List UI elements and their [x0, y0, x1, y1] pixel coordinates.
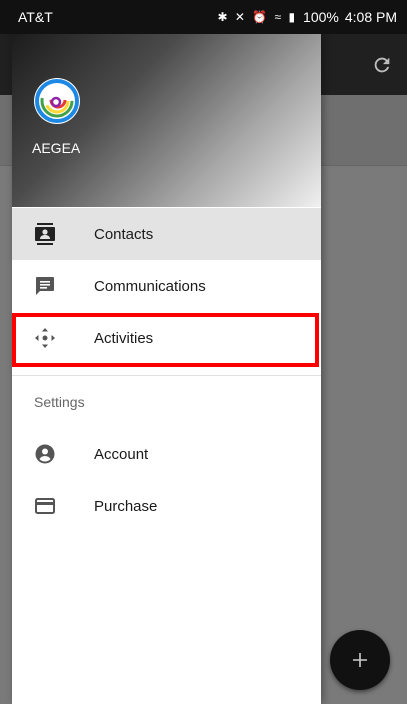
menu-item-activities[interactable]: Activities [12, 312, 321, 364]
menu-item-purchase[interactable]: Purchase [12, 480, 321, 532]
move-arrows-icon [34, 327, 56, 349]
carrier-label: AT&T [18, 9, 53, 25]
menu-item-label: Purchase [94, 497, 158, 515]
navigation-drawer: AEGEA Contacts Communications Activities… [12, 8, 321, 704]
drawer-menu: Contacts Communications Activities Setti… [12, 208, 321, 532]
settings-section-header: Settings [34, 394, 85, 410]
battery-label: 100% [303, 9, 339, 25]
menu-item-label: Account [94, 445, 149, 463]
contacts-icon [34, 223, 56, 245]
credit-card-icon [34, 495, 56, 517]
menu-item-label: Contacts [94, 225, 154, 243]
status-right: ✱ ✕ ⏰ ≈ ▮ 100% 4:08 PM [217, 9, 397, 25]
menu-item-contacts[interactable]: Contacts [12, 208, 321, 260]
time-label: 4:08 PM [344, 9, 397, 25]
status-bar: AT&T ✱ ✕ ⏰ ≈ ▮ 100% 4:08 PM [0, 0, 407, 34]
plus-icon [353, 653, 367, 667]
refresh-icon[interactable] [371, 54, 393, 76]
menu-item-account[interactable]: Account [12, 428, 321, 480]
screen: AT&T ✱ ✕ ⏰ ≈ ▮ 100% 4:08 PM AEGEA Contac… [0, 0, 407, 704]
status-icons: ✱ ✕ ⏰ ≈ ▮ [217, 10, 298, 24]
menu-item-label: Communications [94, 277, 206, 295]
add-button[interactable] [330, 630, 390, 690]
account-icon [34, 443, 56, 465]
brand-name: AEGEA [32, 140, 81, 156]
menu-item-communications[interactable]: Communications [12, 260, 321, 312]
app-logo-icon [34, 78, 80, 124]
menu-item-label: Activities [94, 329, 154, 347]
message-icon [34, 275, 56, 297]
